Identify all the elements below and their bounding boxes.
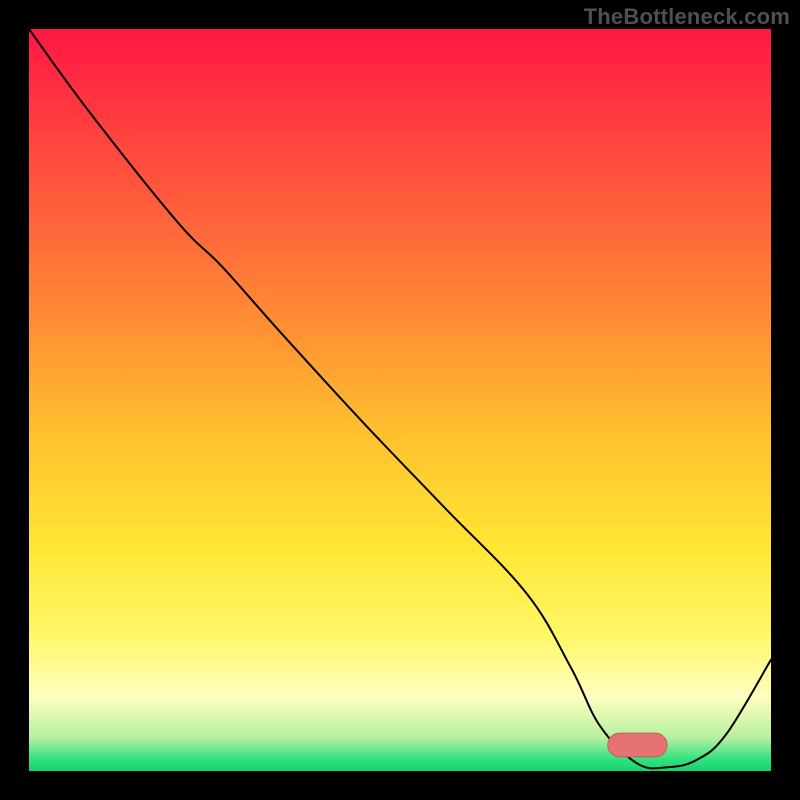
watermark-text: TheBottleneck.com — [584, 4, 790, 30]
chart-svg — [29, 29, 771, 771]
plot-area — [29, 29, 771, 771]
chart-container: TheBottleneck.com — [0, 0, 800, 800]
optimal-range-pill — [608, 733, 667, 757]
plot-background — [29, 29, 771, 771]
